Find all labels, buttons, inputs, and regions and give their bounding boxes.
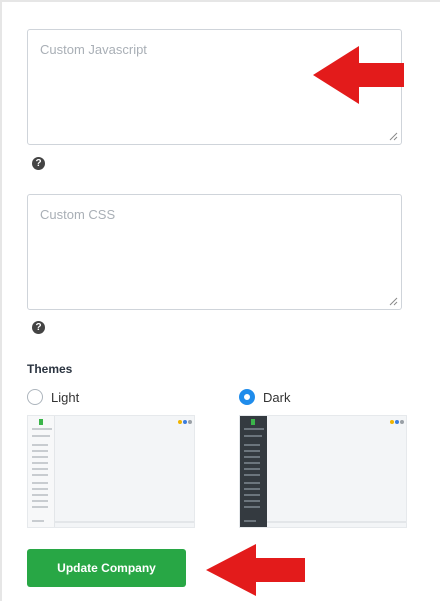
preview-line bbox=[32, 450, 48, 452]
custom-css-textarea[interactable]: Custom CSS bbox=[27, 194, 402, 310]
frame-top-border bbox=[0, 0, 440, 2]
themes-label: Themes bbox=[27, 362, 73, 376]
preview-line bbox=[244, 435, 262, 437]
theme-light-label[interactable]: Light bbox=[51, 390, 79, 405]
preview-line bbox=[32, 435, 50, 437]
preview-line bbox=[244, 482, 260, 484]
preview-line bbox=[32, 520, 44, 522]
preview-dot bbox=[390, 420, 394, 424]
custom-javascript-help-icon[interactable]: ? bbox=[32, 157, 45, 170]
preview-line bbox=[244, 500, 260, 502]
preview-line bbox=[244, 462, 260, 464]
preview-dot bbox=[188, 420, 192, 424]
resize-handle-icon[interactable] bbox=[389, 297, 398, 306]
theme-light-radio[interactable] bbox=[27, 389, 43, 405]
preview-line bbox=[32, 488, 48, 490]
preview-line bbox=[32, 428, 52, 430]
preview-line bbox=[244, 450, 260, 452]
custom-javascript-placeholder: Custom Javascript bbox=[40, 42, 147, 57]
preview-logo-icon bbox=[251, 419, 255, 425]
preview-line bbox=[244, 428, 264, 430]
preview-dot bbox=[400, 420, 404, 424]
preview-dot bbox=[183, 420, 187, 424]
update-company-button[interactable]: Update Company bbox=[27, 549, 186, 587]
preview-line bbox=[244, 474, 260, 476]
preview-line bbox=[244, 468, 260, 470]
preview-sidebar bbox=[28, 416, 55, 527]
theme-dark-label[interactable]: Dark bbox=[263, 390, 290, 405]
red-arrow-icon bbox=[206, 544, 305, 596]
red-arrow-icon bbox=[313, 46, 404, 104]
preview-line bbox=[32, 474, 48, 476]
preview-sidebar bbox=[240, 416, 267, 527]
preview-line bbox=[32, 482, 48, 484]
preview-line bbox=[32, 462, 48, 464]
frame-left-border bbox=[0, 0, 2, 601]
preview-line bbox=[32, 506, 48, 508]
preview-line bbox=[32, 444, 48, 446]
preview-line bbox=[244, 456, 260, 458]
preview-line bbox=[32, 456, 48, 458]
theme-light-preview[interactable] bbox=[27, 415, 195, 528]
preview-dot bbox=[178, 420, 182, 424]
preview-line bbox=[32, 468, 48, 470]
custom-css-placeholder: Custom CSS bbox=[40, 207, 116, 222]
theme-dark-radio[interactable] bbox=[239, 389, 255, 405]
preview-line bbox=[244, 488, 260, 490]
preview-dot bbox=[395, 420, 399, 424]
preview-logo-icon bbox=[39, 419, 43, 425]
preview-bar bbox=[267, 521, 406, 523]
preview-line bbox=[32, 500, 48, 502]
preview-line bbox=[244, 520, 256, 522]
custom-css-help-icon[interactable]: ? bbox=[32, 321, 45, 334]
preview-bar bbox=[55, 521, 194, 523]
theme-dark-preview[interactable] bbox=[239, 415, 407, 528]
preview-line bbox=[244, 506, 260, 508]
preview-line bbox=[244, 494, 260, 496]
preview-line bbox=[32, 494, 48, 496]
resize-handle-icon[interactable] bbox=[389, 132, 398, 141]
preview-line bbox=[244, 444, 260, 446]
